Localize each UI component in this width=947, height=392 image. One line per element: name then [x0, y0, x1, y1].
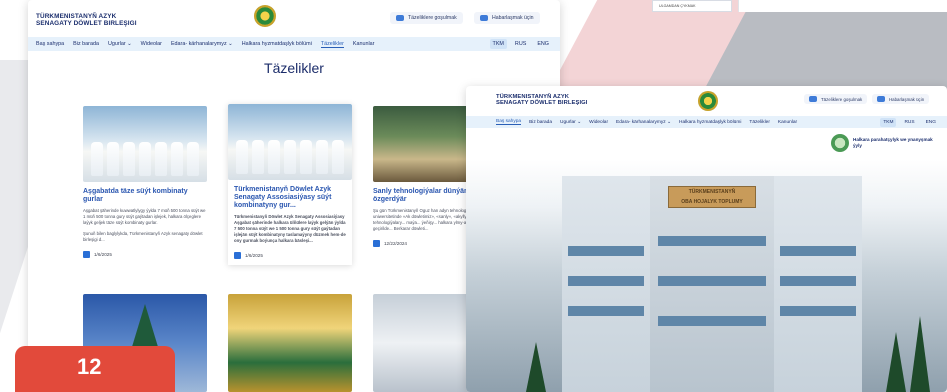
building-sign-line-2: OBA HOJALYK TOPLUMY [681, 199, 743, 205]
nav-item-directions[interactable]: Ugurlar ⌄ [108, 41, 132, 47]
state-emblem-icon [698, 91, 718, 111]
subscribe-button[interactable]: Täzeliklere goşulmak [804, 94, 868, 104]
subscribe-button[interactable]: Täzeliklere goşulmak [390, 12, 463, 24]
year-logo-icon [831, 134, 849, 152]
year-motto-text: Halkara parahatçylyk we ynanyşmak ýyly [853, 137, 933, 148]
lang-rus[interactable]: RUS [512, 39, 529, 49]
news-excerpt-2: Şunuň bilen baglylykda, Türkmenistanyň A… [83, 231, 203, 242]
building-sign: TÜRKMENISTANYŇ OBA HOJALYK TOPLUMY [668, 186, 756, 208]
main-nav: Baş sahypa Biz barada Ugurlar ⌄ Wideolar… [466, 116, 947, 128]
building-sign-line-1: TÜRKMENISTANYŇ [688, 189, 736, 195]
logout-label: ULGAMDAN ÇYKMAK [659, 4, 696, 8]
lang-eng[interactable]: ENG [534, 39, 552, 49]
nav-item-news[interactable]: Täzelikler [320, 41, 344, 48]
nav-item-laws[interactable]: Kanunlar [353, 41, 375, 47]
nav-item-videos[interactable]: Wideolar [141, 41, 162, 47]
lang-rus[interactable]: RUS [901, 118, 917, 127]
site-header: TÜRKMENISTANYŇ AZYK SENAGATY DÖWLET BIRL… [466, 86, 947, 116]
news-excerpt: Türkmenistanyň Döwlet Azyk Senagaty Asso… [234, 214, 346, 243]
brand-line-2: SENAGATY DÖWLET BIRLEŞIGI [496, 100, 588, 107]
nav-item-about[interactable]: Biz barada [73, 41, 99, 47]
site-brand[interactable]: TÜRKMENISTANYŇ AZYK SENAGATY DÖWLET BIRL… [36, 13, 137, 27]
nav-item-about[interactable]: Biz barada [529, 120, 552, 125]
megaphone-icon [809, 96, 817, 102]
nav-item-home[interactable]: Baş sahypa [36, 41, 64, 47]
window-fragment [738, 0, 947, 12]
news-date: 1/6/2025 [83, 251, 207, 258]
news-card[interactable] [228, 294, 352, 392]
phone-icon [877, 96, 885, 102]
building-image: TÜRKMENISTANYŇ OBA HOJALYK TOPLUMY [562, 176, 862, 392]
megaphone-icon [396, 15, 404, 21]
nav-item-videos[interactable]: Wideolar [589, 120, 608, 125]
nav-item-laws[interactable]: Kanunlar [778, 120, 797, 125]
subscribe-label: Täzeliklere goşulmak [408, 15, 457, 21]
lang-eng[interactable]: ENG [923, 118, 939, 127]
news-image [228, 294, 352, 392]
site-header: TÜRKMENISTANYŇ AZYK SENAGATY DÖWLET BIRL… [28, 0, 560, 36]
nav-item-news[interactable]: Täzelikler [749, 120, 770, 125]
news-date-value: 12/22/2024 [384, 241, 407, 246]
calendar-icon [83, 251, 90, 258]
page-title: Täzelikler [264, 60, 324, 76]
hero-banner: Halkara parahatçylyk we ynanyşmak ýyly T… [466, 128, 947, 392]
contact-button[interactable]: Habarlaşmak üçin [872, 94, 930, 104]
news-image [228, 104, 352, 180]
nav-item-enterprises[interactable]: Edara- kärhanalarymyz ⌄ [171, 41, 233, 47]
news-card[interactable]: Türkmenistanyň Döwlet Azyk Senagaty Asso… [228, 104, 352, 265]
page-number-badge: 12 [15, 346, 175, 392]
contact-label: Habarlaşmak üçin [889, 96, 925, 102]
home-page-window: TÜRKMENISTANYŇ AZYK SENAGATY DÖWLET BIRL… [466, 86, 947, 392]
state-emblem-icon [254, 5, 276, 27]
main-nav: Baş sahypa Biz barada Ugurlar ⌄ Wideolar… [28, 37, 560, 51]
contact-button[interactable]: Habarlaşmak üçin [474, 12, 540, 24]
calendar-icon [234, 252, 241, 259]
nav-item-enterprises[interactable]: Edara- kärhanalarymyz ⌄ [616, 120, 671, 125]
language-switcher: TKM RUS ENG [880, 118, 939, 127]
contact-label: Habarlaşmak üçin [492, 15, 534, 21]
news-title[interactable]: Aşgabatda täze süýt kombinaty gurlar [83, 188, 207, 204]
subscribe-label: Täzeliklere goşulmak [821, 96, 863, 102]
language-switcher: TKM RUS ENG [489, 39, 552, 49]
nav-item-international[interactable]: Halkara hyzmatdaşlyk bölümi [679, 120, 741, 125]
lang-tkm[interactable]: TKM [880, 118, 897, 127]
nav-item-international[interactable]: Halkara hyzmatdaşlyk bölümi [242, 41, 312, 47]
news-date: 1/6/2025 [228, 252, 352, 259]
news-card[interactable]: Aşgabatda täze süýt kombinaty gurlar Aşg… [83, 106, 207, 258]
site-brand[interactable]: TÜRKMENISTANYŇ AZYK SENAGATY DÖWLET BIRL… [496, 94, 588, 106]
logout-menu-fragment[interactable]: ULGAMDAN ÇYKMAK [652, 0, 732, 12]
lang-tkm[interactable]: TKM [489, 39, 507, 49]
brand-line-1: TÜRKMENISTANYŇ AZYK [36, 13, 117, 20]
news-image [83, 106, 207, 182]
news-date-value: 1/6/2025 [245, 253, 263, 258]
news-title[interactable]: Türkmenistanyň Döwlet Azyk Senagaty Asso… [228, 186, 352, 210]
brand-line-2: SENAGATY DÖWLET BIRLEŞIGI [36, 20, 137, 27]
nav-item-directions[interactable]: Ugurlar ⌄ [560, 120, 581, 125]
news-date-value: 1/6/2025 [94, 252, 112, 257]
news-excerpt: Aşgabat şäherinde kuwwatlylygy ýylda 7 m… [83, 208, 206, 225]
year-motto-badge: Halkara parahatçylyk we ynanyşmak ýyly [831, 134, 935, 152]
calendar-icon [373, 240, 380, 247]
phone-icon [480, 15, 488, 21]
nav-item-home[interactable]: Baş sahypa [496, 119, 522, 125]
page-number: 12 [77, 354, 102, 379]
